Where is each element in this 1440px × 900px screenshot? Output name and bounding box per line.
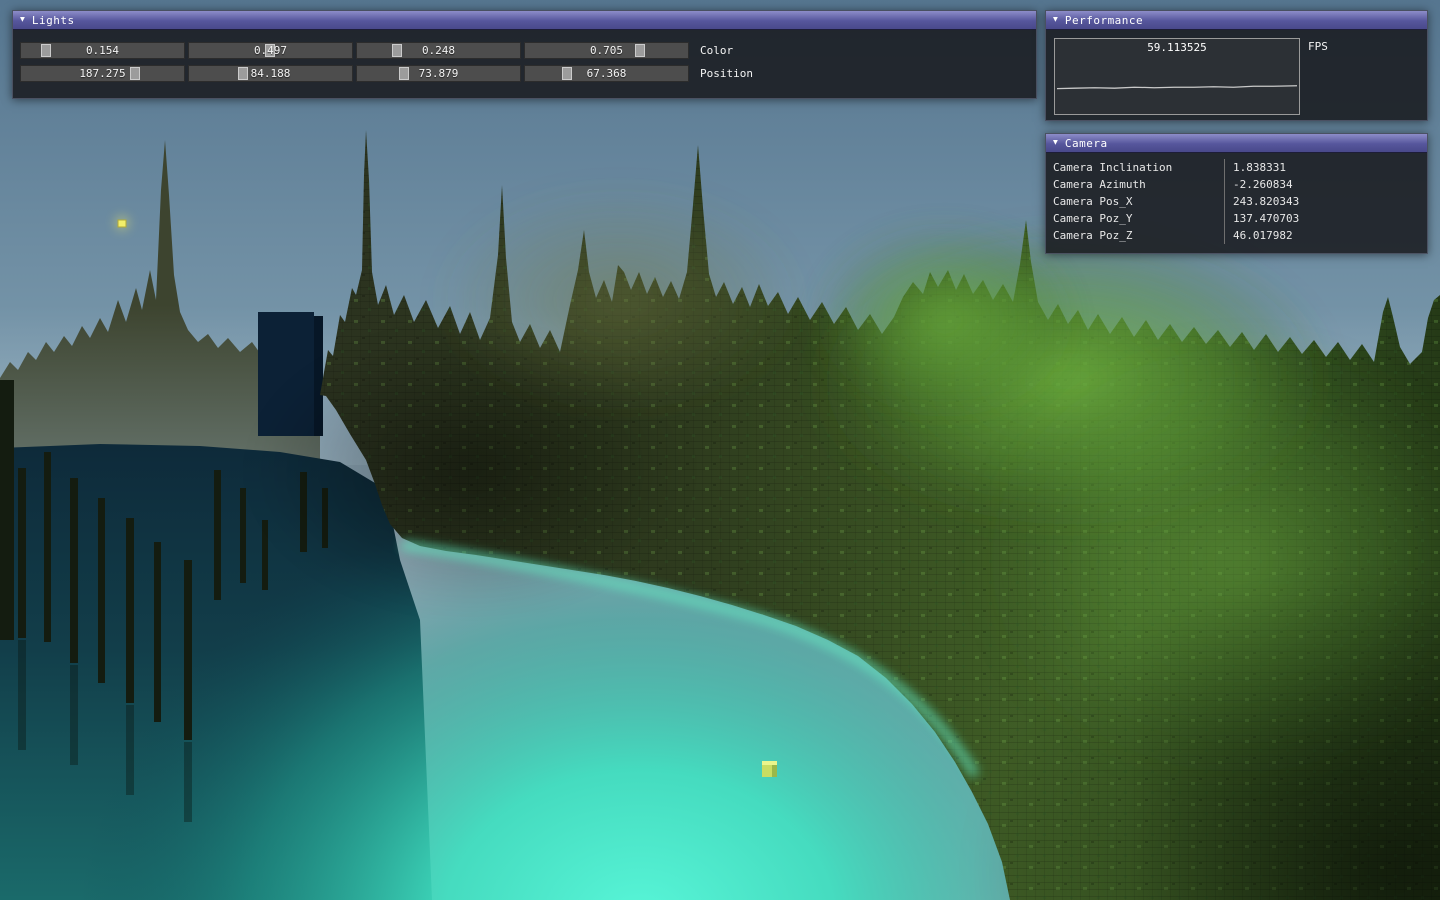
light-cube-shore xyxy=(762,761,777,777)
light-cube-sky xyxy=(114,215,130,231)
light-color-a-slider[interactable]: 0.705 xyxy=(524,42,689,59)
camera-row-label: Camera Poz_Y xyxy=(1046,212,1224,225)
panel-title: Lights xyxy=(32,14,75,27)
collapse-icon[interactable]: ▼ xyxy=(1053,139,1058,147)
light-position-x-slider[interactable]: 187.275 xyxy=(20,65,185,82)
panel-camera-titlebar[interactable]: ▼ Camera xyxy=(1046,134,1427,153)
camera-row-value[interactable]: -2.260834 xyxy=(1224,176,1427,193)
slider-value: 0.154 xyxy=(21,43,184,58)
camera-row-value[interactable]: 46.017982 xyxy=(1224,227,1427,244)
slider-value: 73.879 xyxy=(357,66,520,81)
slider-value: 0.497 xyxy=(189,43,352,58)
panel-lights-titlebar[interactable]: ▼ Lights xyxy=(13,11,1036,30)
panel-camera: ▼ Camera Camera Inclination 1.838331 Cam… xyxy=(1045,133,1428,254)
row-label: Position xyxy=(700,67,753,80)
collapse-icon[interactable]: ▼ xyxy=(20,16,25,24)
fps-graph: 59.113525 xyxy=(1054,38,1300,115)
slider-value: 67.368 xyxy=(525,66,688,81)
fps-value: 59.113525 xyxy=(1055,41,1299,54)
camera-row-label: Camera Pos_X xyxy=(1046,195,1224,208)
slider-value: 84.188 xyxy=(189,66,352,81)
panel-performance: ▼ Performance 59.113525 FPS xyxy=(1045,10,1428,121)
camera-row-label: Camera Inclination xyxy=(1046,161,1224,174)
light-color-r-slider[interactable]: 0.154 xyxy=(20,42,185,59)
panel-lights: ▼ Lights 0.154 0.497 0.248 0.705 Color xyxy=(12,10,1037,99)
camera-pos-y-row: Camera Poz_Y 137.470703 xyxy=(1046,210,1427,227)
camera-row-label: Camera Poz_Z xyxy=(1046,229,1224,242)
light-position-y-slider[interactable]: 84.188 xyxy=(188,65,353,82)
light-position-w-slider[interactable]: 67.368 xyxy=(524,65,689,82)
camera-pos-x-row: Camera Pos_X 243.820343 xyxy=(1046,193,1427,210)
light-color-g-slider[interactable]: 0.497 xyxy=(188,42,353,59)
slider-value: 0.705 xyxy=(525,43,688,58)
light-color-b-slider[interactable]: 0.248 xyxy=(356,42,521,59)
camera-pos-z-row: Camera Poz_Z 46.017982 xyxy=(1046,227,1427,244)
camera-row-label: Camera Azimuth xyxy=(1046,178,1224,191)
light-position-row: 187.275 84.188 73.879 67.368 Position xyxy=(20,65,1029,82)
panel-title: Camera xyxy=(1065,137,1108,150)
camera-row-value[interactable]: 1.838331 xyxy=(1224,159,1427,176)
camera-inclination-row: Camera Inclination 1.838331 xyxy=(1046,159,1427,176)
light-color-row: 0.154 0.497 0.248 0.705 Color xyxy=(20,42,1029,59)
panel-title: Performance xyxy=(1065,14,1143,27)
slider-value: 0.248 xyxy=(357,43,520,58)
slider-value: 187.275 xyxy=(21,66,184,81)
collapse-icon[interactable]: ▼ xyxy=(1053,16,1058,24)
camera-azimuth-row: Camera Azimuth -2.260834 xyxy=(1046,176,1427,193)
fps-unit-label: FPS xyxy=(1308,38,1328,53)
camera-row-value[interactable]: 243.820343 xyxy=(1224,193,1427,210)
camera-row-value[interactable]: 137.470703 xyxy=(1224,210,1427,227)
row-label: Color xyxy=(700,44,733,57)
panel-performance-titlebar[interactable]: ▼ Performance xyxy=(1046,11,1427,30)
light-position-z-slider[interactable]: 73.879 xyxy=(356,65,521,82)
